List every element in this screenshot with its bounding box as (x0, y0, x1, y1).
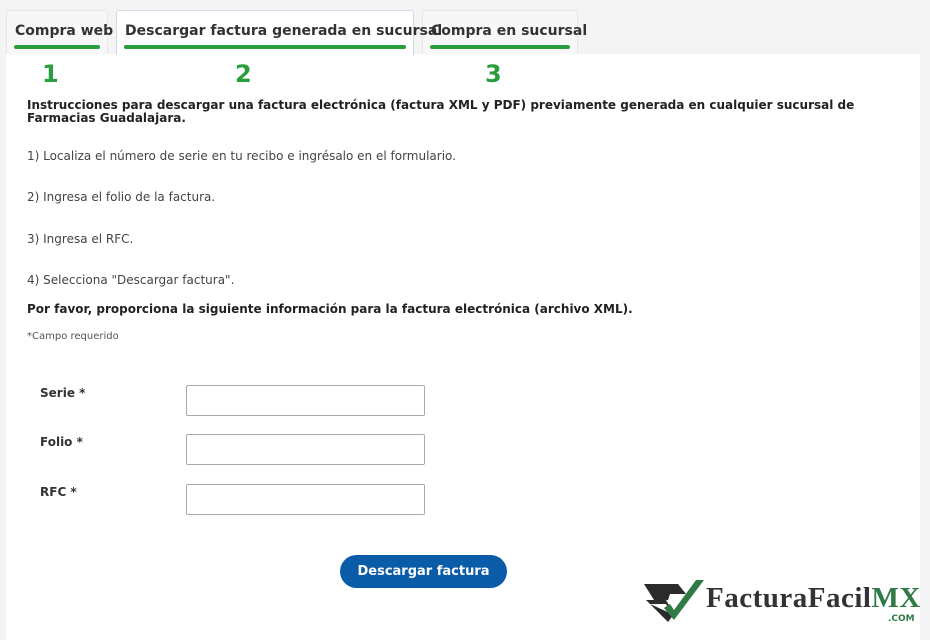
logo-domain: .COM (888, 614, 915, 624)
tab-underline (14, 45, 100, 49)
step-number-2: 2 (235, 60, 252, 88)
tab-compra-sucursal[interactable]: Compra en sucursal (422, 10, 587, 54)
facturafacil-logo: FacturaFacilMX .COM (644, 574, 924, 630)
checkmark-logo-icon (644, 580, 704, 622)
step-number-3: 3 (485, 60, 502, 88)
instruction-step: 1) Localiza el número de serie en tu rec… (27, 149, 456, 163)
instruction-step: 4) Selecciona "Descargar factura". (27, 273, 235, 287)
tab-label: Compra web (15, 23, 114, 39)
rfc-label: RFC * (40, 485, 77, 499)
tab-label: Compra en sucursal (431, 23, 588, 39)
instruction-step: 2) Ingresa el folio de la factura. (27, 190, 216, 204)
required-note: *Campo requerido (27, 331, 119, 342)
download-invoice-button[interactable]: Descargar factura (340, 555, 507, 588)
form-intro: Por favor, proporciona la siguiente info… (27, 302, 633, 316)
folio-input[interactable] (186, 434, 425, 465)
serie-label: Serie * (40, 386, 86, 400)
tab-underline (430, 45, 570, 49)
instruction-step: 3) Ingresa el RFC. (27, 232, 134, 246)
step-number-1: 1 (42, 60, 59, 88)
instructions-title: Instrucciones para descargar una factura… (27, 98, 855, 125)
logo-text-main: FacturaFacil (706, 582, 872, 614)
rfc-input[interactable] (186, 484, 425, 515)
tab-panel: 1 2 3 Instrucciones para descargar una f… (6, 54, 920, 640)
tab-compra-web[interactable]: Compra web (6, 10, 113, 54)
tab-label: Descargar factura generada en sucursal (125, 23, 443, 39)
tab-underline (124, 45, 406, 49)
tab-descargar-factura[interactable]: Descargar factura generada en sucursal (116, 10, 442, 55)
serie-input[interactable] (186, 385, 425, 416)
folio-label: Folio * (40, 435, 83, 449)
logo-text-accent: MX (871, 582, 921, 614)
logo-wordmark: FacturaFacilMX (706, 582, 921, 615)
